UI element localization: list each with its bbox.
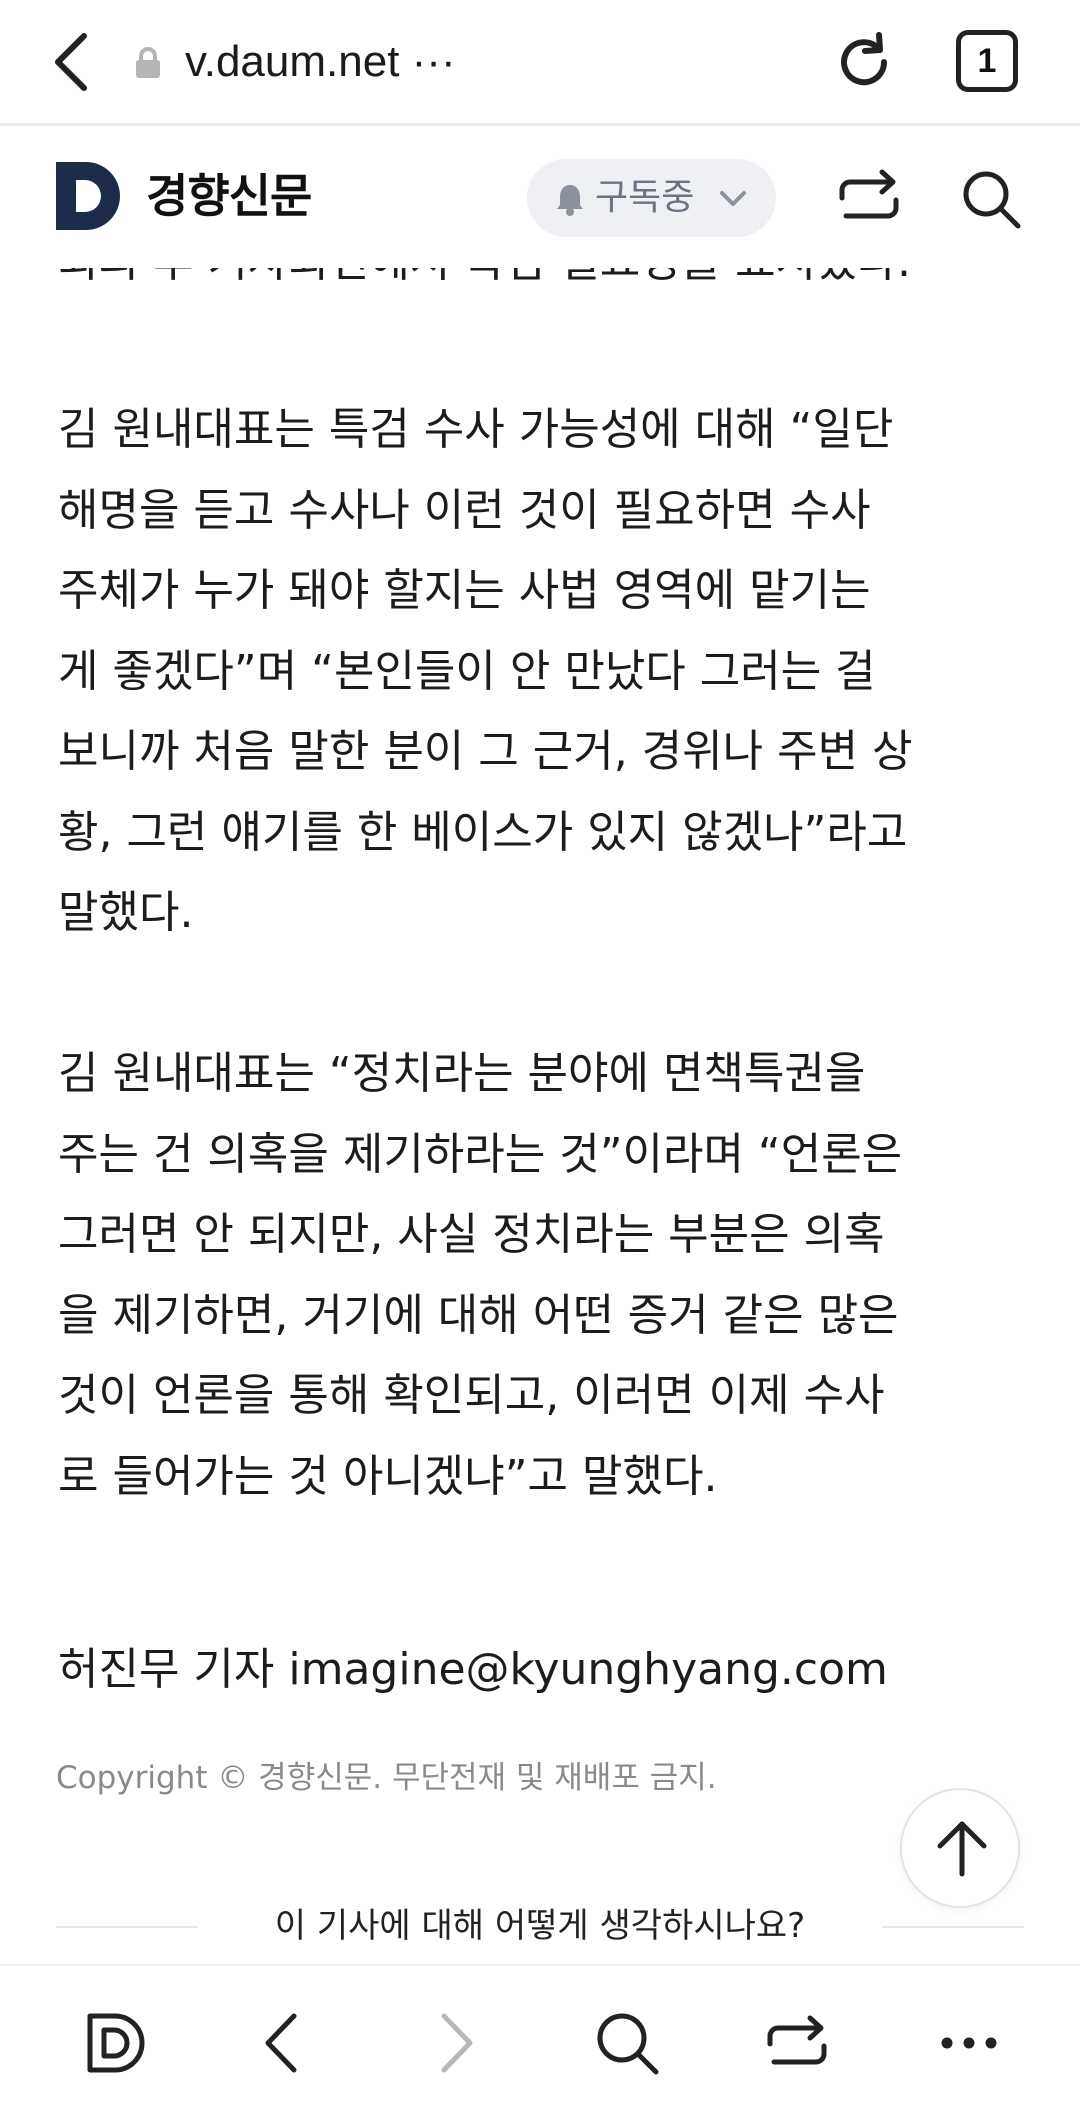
browser-toolbar: v.daum.net ··· 1 <box>0 0 1080 126</box>
share-icon[interactable] <box>836 168 902 230</box>
article-paragraph-2: 김 원내대표는 “정치라는 분야에 면책특권을 주는 건 의혹을 제기하라는 것… <box>58 1048 903 1502</box>
scroll-to-top-button[interactable] <box>900 1788 1020 1908</box>
byline: 허진무 기자 imagine@kyunghyang.com <box>58 1644 888 1695</box>
bell-icon <box>557 185 583 216</box>
search-icon[interactable] <box>592 2008 662 2078</box>
bottom-navigation <box>0 1964 1080 2123</box>
copyright-notice: Copyright © 경향신문. 무단전재 및 재배포 금지. <box>56 1760 717 1796</box>
reload-icon[interactable] <box>832 30 896 94</box>
lock-icon <box>136 47 160 78</box>
subscribe-button[interactable]: 구독중 <box>527 159 776 237</box>
partially-scrolled-line: 회의 후 기자회견에서 특검 필요성을 표시했다. <box>58 268 911 302</box>
search-icon[interactable] <box>960 168 1022 230</box>
reaction-section-header: 이 기사에 대해 어떻게 생각하시나요? <box>0 1900 1080 1952</box>
tab-count-button[interactable]: 1 <box>956 30 1018 92</box>
subscribe-label: 구독중 <box>595 177 695 218</box>
more-icon[interactable] <box>934 2008 1004 2078</box>
share-icon[interactable] <box>762 2008 832 2078</box>
arrow-up-icon <box>937 1821 987 1877</box>
chevron-down-icon <box>720 191 746 206</box>
daum-logo[interactable] <box>56 162 124 230</box>
site-header: 경향신문 구독중 <box>0 126 1080 268</box>
article-body: 회의 후 기자회견에서 특검 필요성을 표시했다. 김 원내대표는 특검 수사 … <box>0 268 1080 1968</box>
press-name[interactable]: 경향신문 <box>146 166 312 226</box>
daum-home-icon[interactable] <box>82 2008 152 2078</box>
back-arrow-icon[interactable] <box>248 2008 318 2078</box>
divider <box>882 1926 1024 1928</box>
forward-arrow-icon[interactable] <box>420 2008 490 2078</box>
article-paragraph-1: 김 원내대표는 특검 수사 가능성에 대해 “일단 해명을 듣고 수사나 이런 … <box>58 404 913 938</box>
back-icon[interactable] <box>46 30 102 94</box>
url-field[interactable]: v.daum.net ··· <box>185 32 456 92</box>
